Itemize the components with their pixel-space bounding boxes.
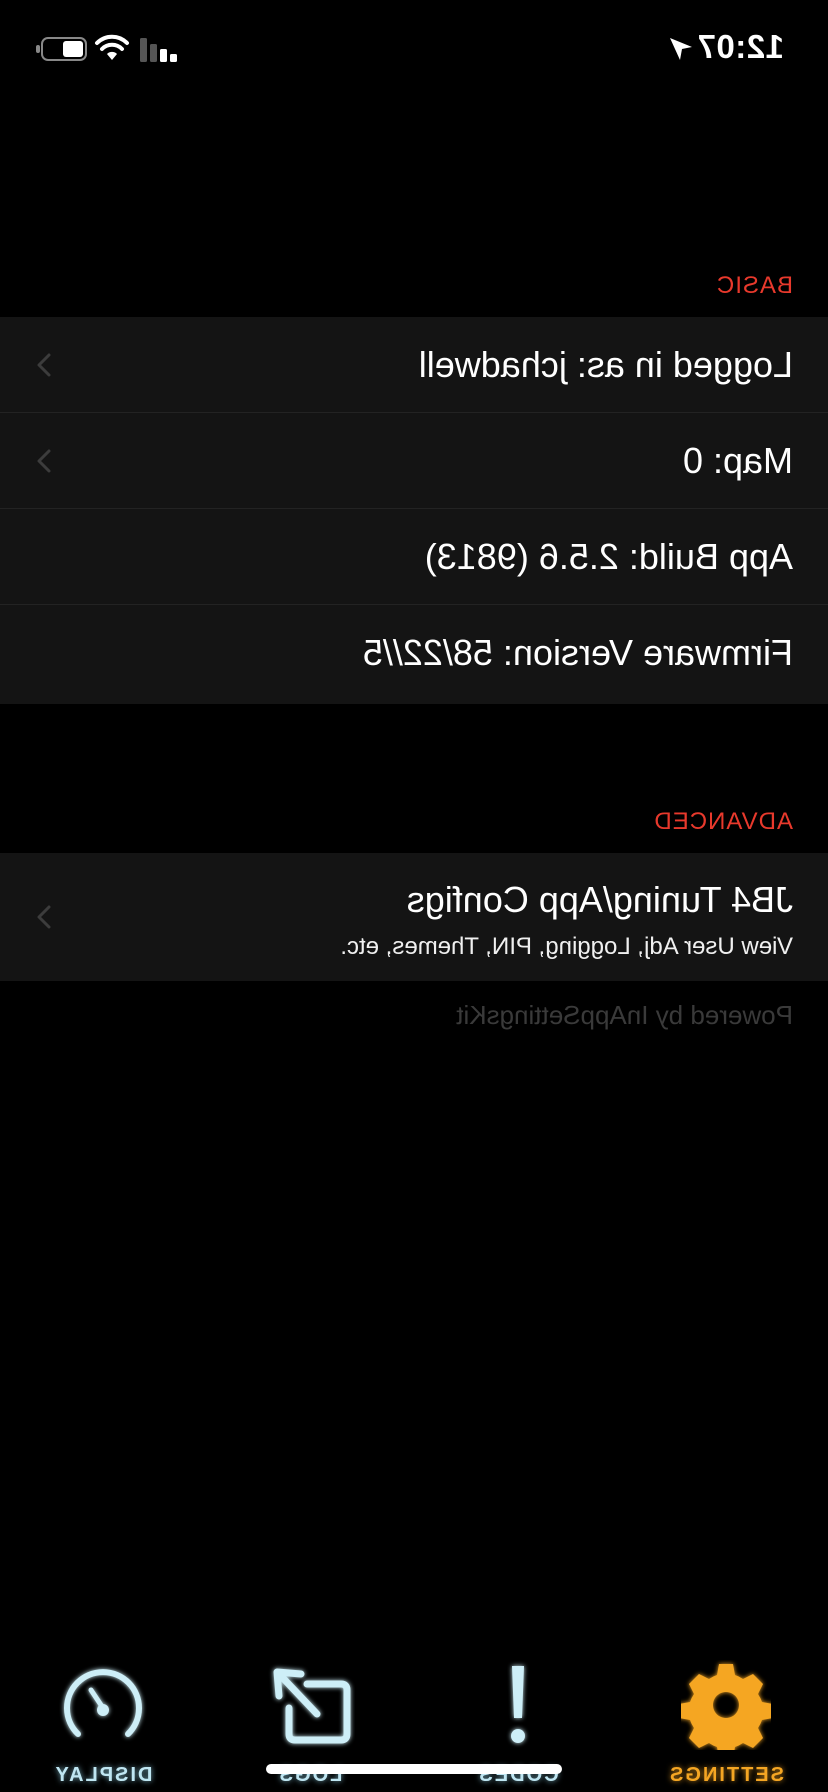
- app-build-label: App Build: 2.5.6 (9813): [424, 535, 793, 577]
- tab-settings-label: SETTINGS: [668, 1764, 785, 1786]
- settings-screen: 12:07 BASIC Logged in as: jchadwell Map:…: [0, 0, 828, 1792]
- status-bar: 12:07: [0, 0, 828, 100]
- tab-display-label: DISPLAY: [53, 1764, 153, 1786]
- gear-icon: [681, 1664, 771, 1750]
- advanced-settings-group: JB4 Tuning/App Configs View User Adj, Lo…: [0, 853, 828, 981]
- app-build-row: App Build: 2.5.6 (9813): [0, 509, 828, 605]
- tab-display[interactable]: DISPLAY: [23, 1640, 183, 1792]
- battery-icon: [36, 37, 87, 61]
- jb4-tuning-subtitle: View User Adj, Logging, PIN, Themes, etc…: [340, 933, 793, 960]
- chevron-right-icon: [37, 449, 51, 472]
- home-indicator[interactable]: [266, 1764, 562, 1774]
- logged-in-row[interactable]: Logged in as: jchadwell: [0, 317, 828, 413]
- gauge-icon: [64, 1669, 142, 1737]
- advanced-section-header: ADVANCED: [653, 808, 793, 835]
- wifi-icon: [95, 34, 129, 60]
- jb4-tuning-row[interactable]: JB4 Tuning/App Configs View User Adj, Lo…: [0, 853, 828, 981]
- logged-in-label: Logged in as: jchadwell: [418, 343, 793, 385]
- status-time: 12:07: [697, 28, 784, 65]
- chevron-right-icon: [37, 353, 51, 376]
- chevron-right-icon: [37, 905, 51, 929]
- location-arrow-icon: [670, 38, 692, 60]
- basic-section-header: BASIC: [715, 272, 793, 299]
- firmware-version-row: Firmware Version: 58/22//5: [0, 605, 828, 701]
- tab-settings[interactable]: SETTINGS: [646, 1640, 806, 1792]
- basic-settings-group: Logged in as: jchadwell Map: 0 App Build…: [0, 317, 828, 704]
- firmware-version-label: Firmware Version: 58/22//5: [362, 632, 793, 673]
- share-log-icon: [273, 1668, 351, 1744]
- powered-by-footer: Powered by InAppSettingsKit: [456, 1000, 793, 1030]
- map-label: Map: 0: [682, 439, 793, 481]
- exclamation-icon: [511, 1666, 525, 1743]
- jb4-tuning-title: JB4 Tuning/App Configs: [406, 879, 793, 920]
- map-row[interactable]: Map: 0: [0, 413, 828, 509]
- cellular-signal-icon: [140, 38, 177, 62]
